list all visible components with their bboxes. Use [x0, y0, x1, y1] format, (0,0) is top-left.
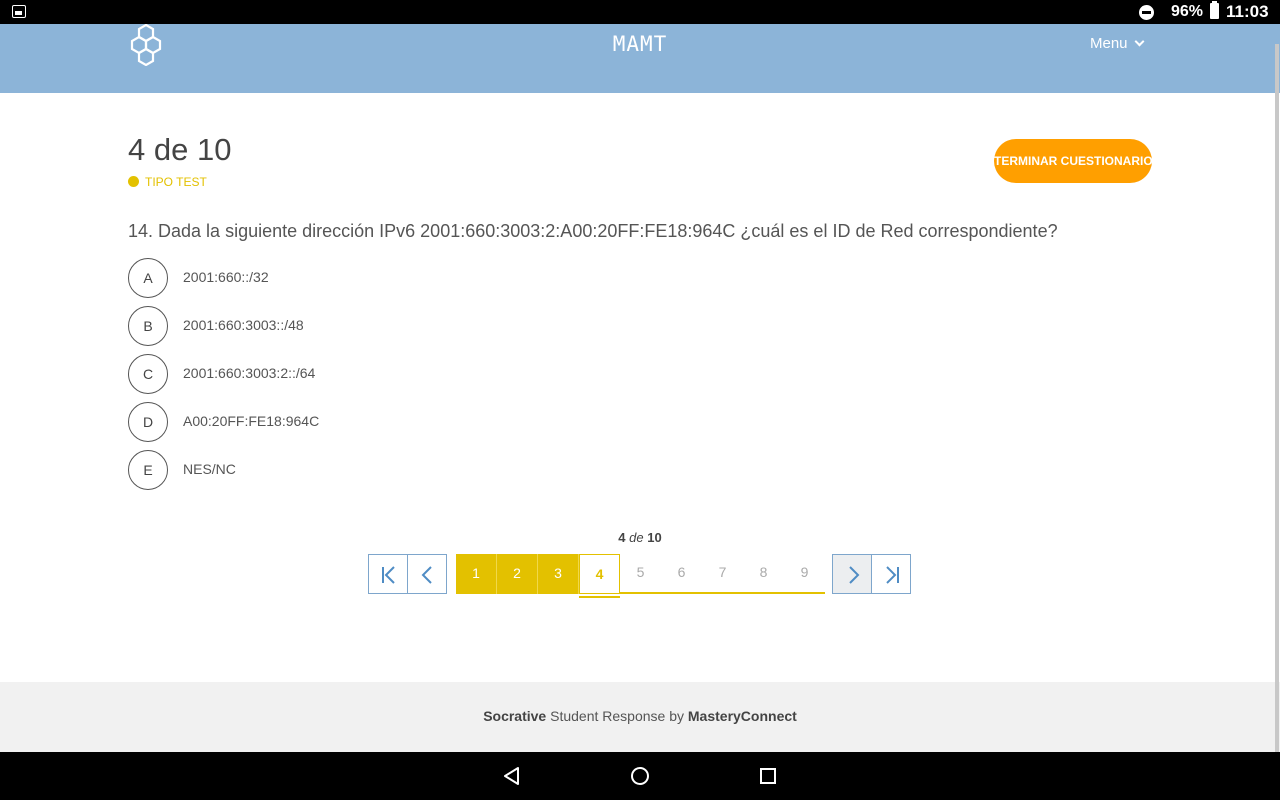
chevron-right-icon [849, 566, 860, 584]
back-icon[interactable] [500, 764, 524, 788]
menu-label: Menu [1090, 35, 1128, 52]
recent-apps-icon[interactable] [756, 764, 780, 788]
page-counter: 4 de 10 [0, 530, 1280, 545]
answer-text[interactable]: 2001:660::/32 [183, 269, 269, 285]
last-page-icon [886, 566, 899, 584]
page-of-word: de [629, 530, 644, 545]
finish-quiz-button[interactable]: TERMINAR CUESTIONARIO [994, 139, 1153, 183]
answer-text[interactable]: NES/NC [183, 461, 236, 477]
question-type: TIPO TEST [128, 175, 207, 189]
footer-company: MasteryConnect [687, 708, 797, 724]
answer-letter[interactable]: D [128, 402, 168, 442]
battery-percentage: 96% [1171, 3, 1204, 20]
room-name: MAMT [612, 32, 668, 56]
footer-middle-text: Student Response by [546, 708, 688, 724]
home-icon[interactable] [628, 764, 652, 788]
page-1-button[interactable]: 1 [456, 554, 497, 594]
gallery-notification-icon [12, 5, 26, 18]
battery-icon [1210, 1, 1219, 19]
page-9-button[interactable]: 9 [784, 554, 825, 594]
android-nav-bar [0, 752, 1280, 800]
status-bar: 96% 11:03 [0, 0, 1280, 24]
previous-page-button[interactable] [407, 554, 447, 594]
question-type-label: TIPO TEST [145, 175, 207, 189]
footer: Socrative Student Response by MasteryCon… [0, 682, 1280, 752]
answer-letter[interactable]: B [128, 306, 168, 346]
page-8-button[interactable]: 8 [743, 554, 784, 594]
chevron-down-icon [1134, 36, 1144, 47]
footer-brand: Socrative [483, 708, 547, 724]
last-page-button[interactable] [871, 554, 911, 594]
question-type-dot-icon [128, 176, 139, 187]
question-progress: 4 de 10 [128, 132, 232, 167]
app-header: MAMT Menu [0, 24, 1280, 93]
status-clock: 11:03 [1226, 2, 1269, 21]
question-text: 14. Dada la siguiente dirección IPv6 200… [128, 221, 1058, 241]
first-page-button[interactable] [368, 554, 408, 594]
chevron-left-icon [421, 566, 432, 584]
page-3-button[interactable]: 3 [538, 554, 579, 594]
answer-letter[interactable]: E [128, 450, 168, 490]
answer-text[interactable]: 2001:660:3003:2::/64 [183, 365, 315, 381]
answer-letter[interactable]: C [128, 354, 168, 394]
page-5-button[interactable]: 5 [620, 554, 661, 594]
page-7-button[interactable]: 7 [702, 554, 743, 594]
pagination: 1 2 3 4 5 6 7 8 9 [368, 554, 912, 598]
answer-text[interactable]: 2001:660:3003::/48 [183, 317, 304, 333]
next-page-button[interactable] [832, 554, 872, 594]
page-4-button[interactable]: 4 [579, 554, 620, 598]
page-current: 4 [618, 530, 626, 545]
page-6-button[interactable]: 6 [661, 554, 702, 594]
answer-text[interactable]: A00:20FF:FE18:964C [183, 413, 319, 429]
page-2-button[interactable]: 2 [497, 554, 538, 594]
scrollbar[interactable] [1275, 44, 1279, 752]
menu-dropdown[interactable]: Menu [1090, 35, 1144, 52]
page-total: 10 [647, 530, 662, 545]
do-not-disturb-icon [1139, 5, 1154, 20]
answer-letter[interactable]: A [128, 258, 168, 298]
first-page-icon [382, 566, 395, 584]
